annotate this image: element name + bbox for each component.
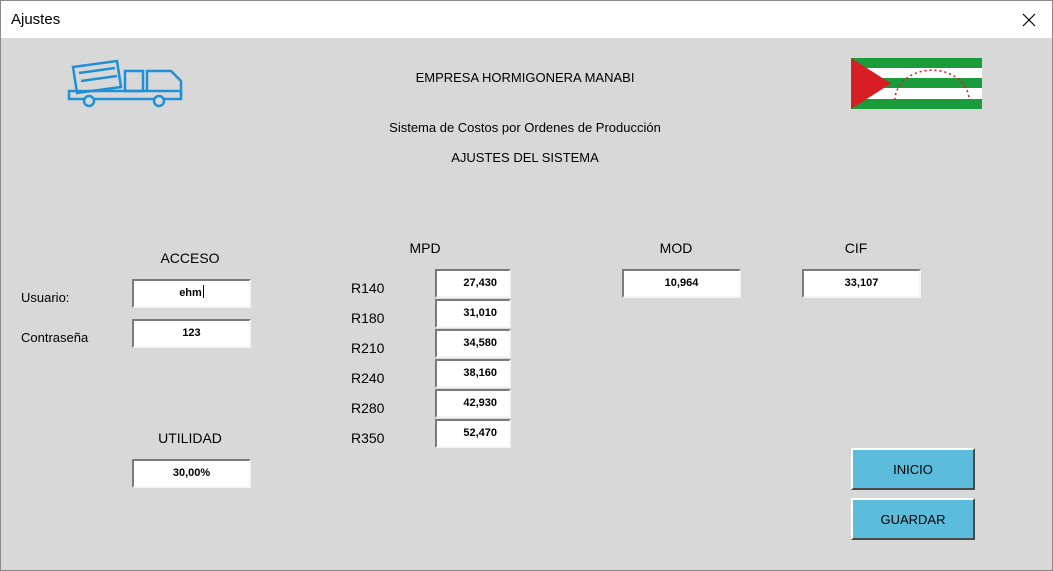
mpd-label-r140: R140 [351, 280, 385, 296]
mpd-value-r210: 34,580 [463, 337, 497, 349]
mpd-label-r180: R180 [351, 310, 385, 326]
text-cursor [202, 285, 204, 298]
mpd-field-r350[interactable]: 52,470 [435, 419, 511, 448]
user-field[interactable]: ehm [132, 279, 251, 308]
utility-field[interactable]: 30,00% [132, 459, 251, 488]
close-button[interactable] [1006, 1, 1052, 38]
mod-heading: MOD [659, 240, 693, 256]
mpd-value-r240: 38,160 [463, 367, 497, 379]
mpd-field-r140[interactable]: 27,430 [435, 269, 511, 298]
section-title: AJUSTES DEL SISTEMA [451, 150, 599, 165]
company-name: EMPRESA HORMIGONERA MANABI [415, 70, 635, 85]
guardar-button-label: GUARDAR [880, 511, 946, 527]
utility-heading: UTILIDAD [158, 430, 222, 446]
mpd-label-r280: R280 [351, 400, 385, 416]
concrete-mixer-truck-icon [67, 59, 183, 108]
guardar-button[interactable]: GUARDAR [851, 498, 975, 540]
cif-value: 33,107 [844, 277, 879, 289]
cif-heading: CIF [844, 240, 868, 256]
mpd-field-r240[interactable]: 38,160 [435, 359, 511, 388]
title-bar: Ajustes [1, 1, 1052, 38]
mpd-field-r210[interactable]: 34,580 [435, 329, 511, 358]
mpd-heading: MPD [409, 240, 441, 256]
mpd-value-r280: 42,930 [463, 397, 497, 409]
password-label: Contraseña [21, 330, 89, 345]
mpd-label-r240: R240 [351, 370, 385, 386]
inicio-button[interactable]: INICIO [851, 448, 975, 490]
window-title: Ajustes [11, 11, 61, 28]
mpd-field-r180[interactable]: 31,010 [435, 299, 511, 328]
access-heading: ACCESO [160, 250, 220, 266]
mpd-label-r210: R210 [351, 340, 385, 356]
password-field[interactable]: 123 [132, 319, 251, 348]
password-value: 123 [182, 327, 201, 339]
close-icon [1022, 13, 1036, 26]
utility-value: 30,00% [172, 467, 211, 479]
system-name: Sistema de Costos por Ordenes de Producc… [389, 120, 661, 135]
mpd-value-r350: 52,470 [463, 427, 497, 439]
settings-window: Ajustes EMPRESA HORMIGONERA MANABI Siste… [0, 0, 1053, 571]
mpd-label-r350: R350 [351, 430, 385, 446]
mod-value: 10,964 [664, 277, 699, 289]
user-label: Usuario: [21, 290, 70, 305]
mpd-field-r280[interactable]: 42,930 [435, 389, 511, 418]
mpd-value-r140: 27,430 [463, 277, 497, 289]
manabi-flag-icon [851, 58, 982, 109]
cif-field[interactable]: 33,107 [802, 269, 921, 298]
user-value: ehm [179, 287, 202, 299]
mod-field[interactable]: 10,964 [622, 269, 741, 298]
mpd-value-r180: 31,010 [463, 307, 497, 319]
inicio-button-label: INICIO [893, 461, 933, 477]
